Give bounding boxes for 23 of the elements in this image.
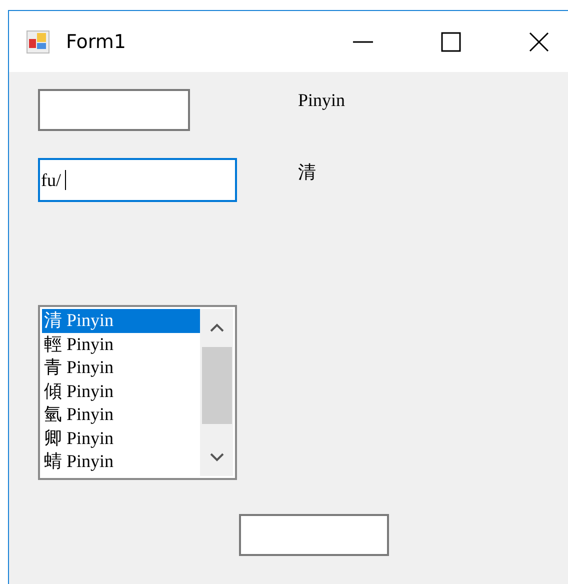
list-box[interactable]: 清 Pinyin 輕 Pinyin 青 Pinyin 傾 Pinyin 氫 Pinyin 卿 Pinyin 蜻 Pinyin bbox=[38, 305, 237, 480]
list-item[interactable]: 青 Pinyin bbox=[42, 356, 200, 380]
list-item[interactable]: 清 Pinyin bbox=[42, 309, 200, 332]
text-cursor-icon bbox=[65, 170, 66, 190]
character-label: 清 bbox=[298, 161, 316, 184]
window-title: Form1 bbox=[66, 30, 126, 52]
list-item[interactable]: 輕 Pinyin bbox=[42, 332, 200, 356]
maximize-icon[interactable] bbox=[440, 30, 462, 52]
list-item[interactable]: 氫 Pinyin bbox=[42, 403, 200, 426]
close-icon[interactable] bbox=[528, 30, 550, 52]
scrollbar[interactable] bbox=[200, 309, 233, 476]
text-field[interactable] bbox=[38, 89, 190, 131]
text-field[interactable]: fu/ bbox=[38, 158, 237, 202]
list-item[interactable]: 蜻 Pinyin bbox=[42, 450, 200, 474]
list-item[interactable]: 卿 Pinyin bbox=[42, 426, 200, 450]
scroll-down-icon[interactable] bbox=[210, 452, 224, 462]
pinyin-label: Pinyin bbox=[298, 90, 346, 111]
text-field[interactable] bbox=[239, 514, 389, 556]
list-item[interactable]: 傾 Pinyin bbox=[42, 380, 200, 403]
scroll-thumb[interactable] bbox=[202, 347, 232, 424]
field-value: fu/ bbox=[41, 170, 61, 190]
app-icon bbox=[26, 30, 50, 54]
scroll-up-icon[interactable] bbox=[210, 323, 224, 333]
